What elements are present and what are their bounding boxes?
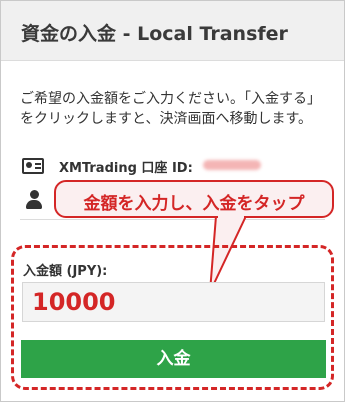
dialog-header: 資金の入金 - Local Transfer: [1, 1, 344, 61]
instruction-callout: 金額を入力し、入金をタップ: [54, 180, 334, 218]
amount-input[interactable]: 10000: [22, 282, 325, 322]
callout-text: 金額を入力し、入金をタップ: [83, 194, 305, 214]
deposit-button[interactable]: 入金: [21, 340, 326, 378]
page-title: 資金の入金 - Local Transfer: [21, 23, 288, 45]
account-id-redacted: [203, 160, 261, 170]
account-id-row: XMTrading 口座 ID:: [20, 154, 325, 182]
id-card-icon: [22, 158, 44, 174]
user-icon: [26, 190, 42, 210]
amount-label: 入金額 (JPY):: [23, 264, 108, 279]
instructions-text: ご希望の入金額をご入力ください。「入金する」をクリックしますと、決済画面へ移動し…: [20, 91, 321, 127]
account-id-label: XMTrading 口座 ID:: [59, 161, 193, 176]
